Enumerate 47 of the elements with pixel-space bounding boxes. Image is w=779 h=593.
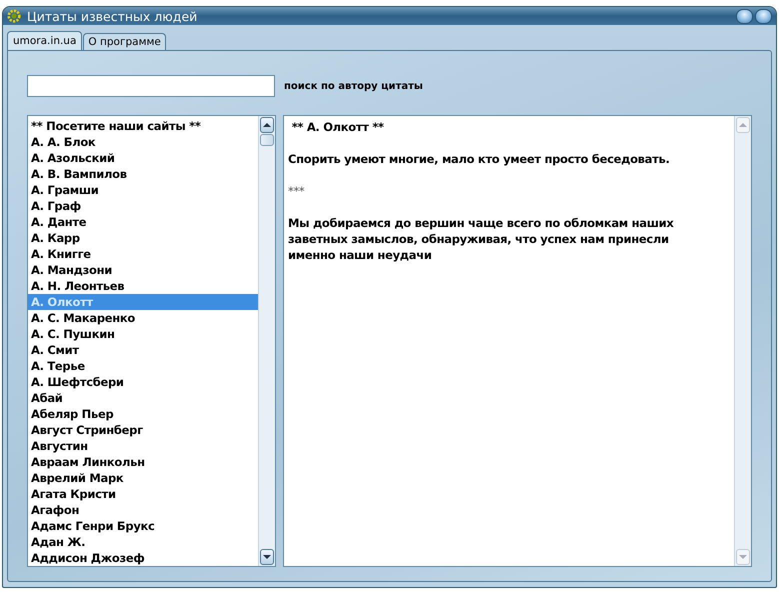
author-list-item[interactable]: А. Азольский [28,150,258,166]
author-list-item[interactable]: А. Терье [28,358,258,374]
author-list-item[interactable]: Аддисон Джозеф [28,550,258,566]
tab[interactable]: umora.in.ua [7,31,82,50]
quote-text: Спорить умеют многие, мало кто умеет просто беседовать. [288,151,671,167]
quote-text: Мы добираемся до вершин чаще всего по обломкам наших заветных замыслов, обнаруживая, что успех нам принесли именно наши неудачи [288,215,674,263]
tab[interactable]: О программе [83,33,166,50]
author-list-item[interactable]: А. Шефтсбери [28,374,258,390]
author-list-item[interactable]: Абеляр Пьер [28,406,258,422]
author-list-item[interactable]: А. Мандзони [28,262,258,278]
author-list-item[interactable]: ** Посетите наши сайты ** [28,118,258,134]
minimize-button[interactable] [736,8,753,24]
scroll-thumb[interactable] [260,134,274,146]
author-list-item[interactable]: А. С. Пушкин [28,326,258,342]
author-list-item[interactable]: А. С. Макаренко [28,310,258,326]
author-list-item[interactable]: Адамс Генри Брукс [28,518,258,534]
window-title: Цитаты известных людей [27,8,198,24]
search-field[interactable] [27,75,275,97]
quote-author: ** А. Олкотт ** [290,119,385,135]
scroll-up-button[interactable] [260,117,274,133]
author-list-item[interactable]: Абай [28,390,258,406]
scroll-down-button[interactable] [260,549,274,565]
author-list-item[interactable]: Агафон [28,502,258,518]
author-list-item[interactable]: А. Карр [28,230,258,246]
close-button[interactable] [755,8,772,24]
author-list-item[interactable]: Адан Ж. [28,534,258,550]
author-list-item[interactable]: Агата Кристи [28,486,258,502]
author-list-item[interactable]: А. Н. Леонтьев [28,278,258,294]
gear-icon [7,9,21,23]
author-list-item[interactable]: Август Стринберг [28,422,258,438]
separator-text: *** [288,183,306,199]
author-list-item[interactable]: А. А. Блок [28,134,258,150]
author-list-item[interactable]: Авраам Линкольн [28,454,258,470]
author-list-item[interactable]: Августин [28,438,258,454]
search-label: поиск по автору цитаты [284,80,423,92]
caret-down-icon [739,554,747,560]
author-list-item[interactable]: А. Грамши [28,182,258,198]
caret-up-icon [739,122,747,128]
author-list-item[interactable]: А. Граф [28,198,258,214]
caret-up-icon [263,122,271,128]
author-list-item[interactable]: А. Смит [28,342,258,358]
author-list-item[interactable]: А. В. Вампилов [28,166,258,182]
author-list-item[interactable]: А. Книгге [28,246,258,262]
author-list-item[interactable]: А. Данте [28,214,258,230]
scrollbar[interactable] [258,116,275,566]
author-list-item[interactable]: Аврелий Марк [28,470,258,486]
caret-down-icon [263,554,271,560]
